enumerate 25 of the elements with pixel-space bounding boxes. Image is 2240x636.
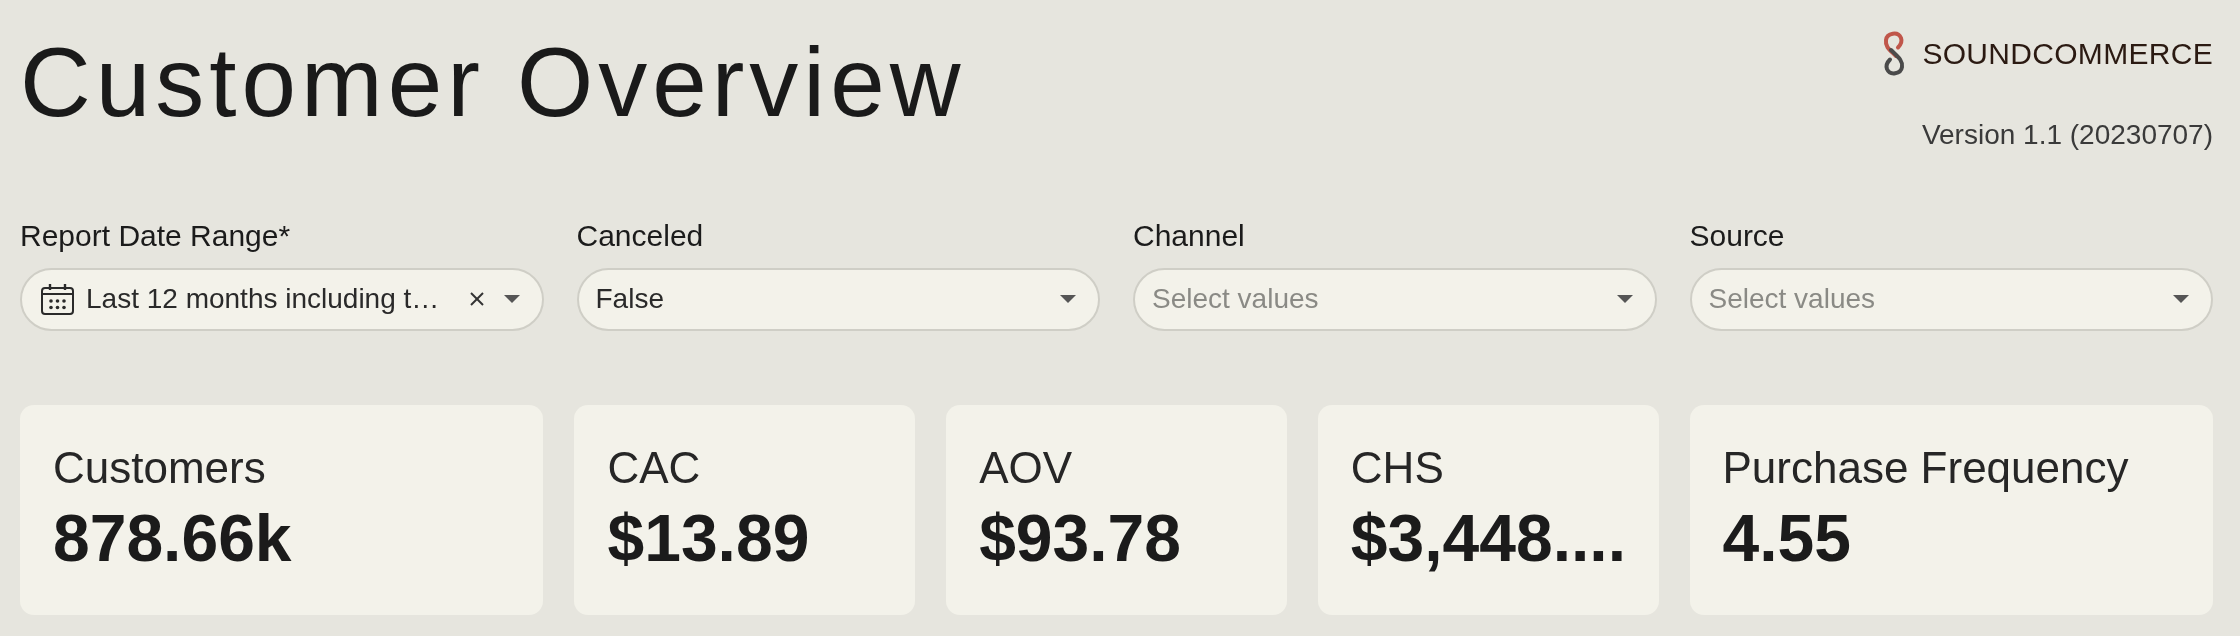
select-dropdown[interactable]: False [576, 267, 1100, 331]
metric-label: CHS [1350, 441, 1444, 494]
clear-icon[interactable] [469, 292, 484, 307]
caret-icon [1060, 295, 1076, 304]
metric-label: CAC [607, 441, 701, 494]
metric-label: Customers [53, 441, 266, 494]
metric-label: Purchase Frequency [1722, 441, 2129, 494]
metric-label: AOV [979, 441, 1073, 494]
filter-label: Channel [1133, 217, 1245, 254]
metric-value: 4.55 [1722, 500, 1851, 578]
logo-text: SOUNDCOMMERCE [1922, 38, 2213, 69]
calendar-icon [41, 283, 74, 315]
date-range-dropdown[interactable]: Last 12 months including t… [20, 267, 544, 331]
page-title: Customer Overview [20, 33, 966, 131]
metric-value: $3,448.... [1350, 500, 1627, 578]
filter-label: Source [1689, 217, 1785, 254]
metric-value: $13.89 [607, 500, 810, 578]
caret-icon [1616, 295, 1633, 304]
metric-value: $93.78 [979, 500, 1182, 578]
filter-label: Report Date Range* [20, 217, 291, 254]
metric-value: 878.66k [53, 500, 292, 578]
filter-label: Canceled [576, 217, 704, 254]
caret-icon [2173, 295, 2189, 304]
version-text: Version 1.1 (20230707) [1921, 118, 2213, 152]
caret-icon [503, 295, 520, 304]
